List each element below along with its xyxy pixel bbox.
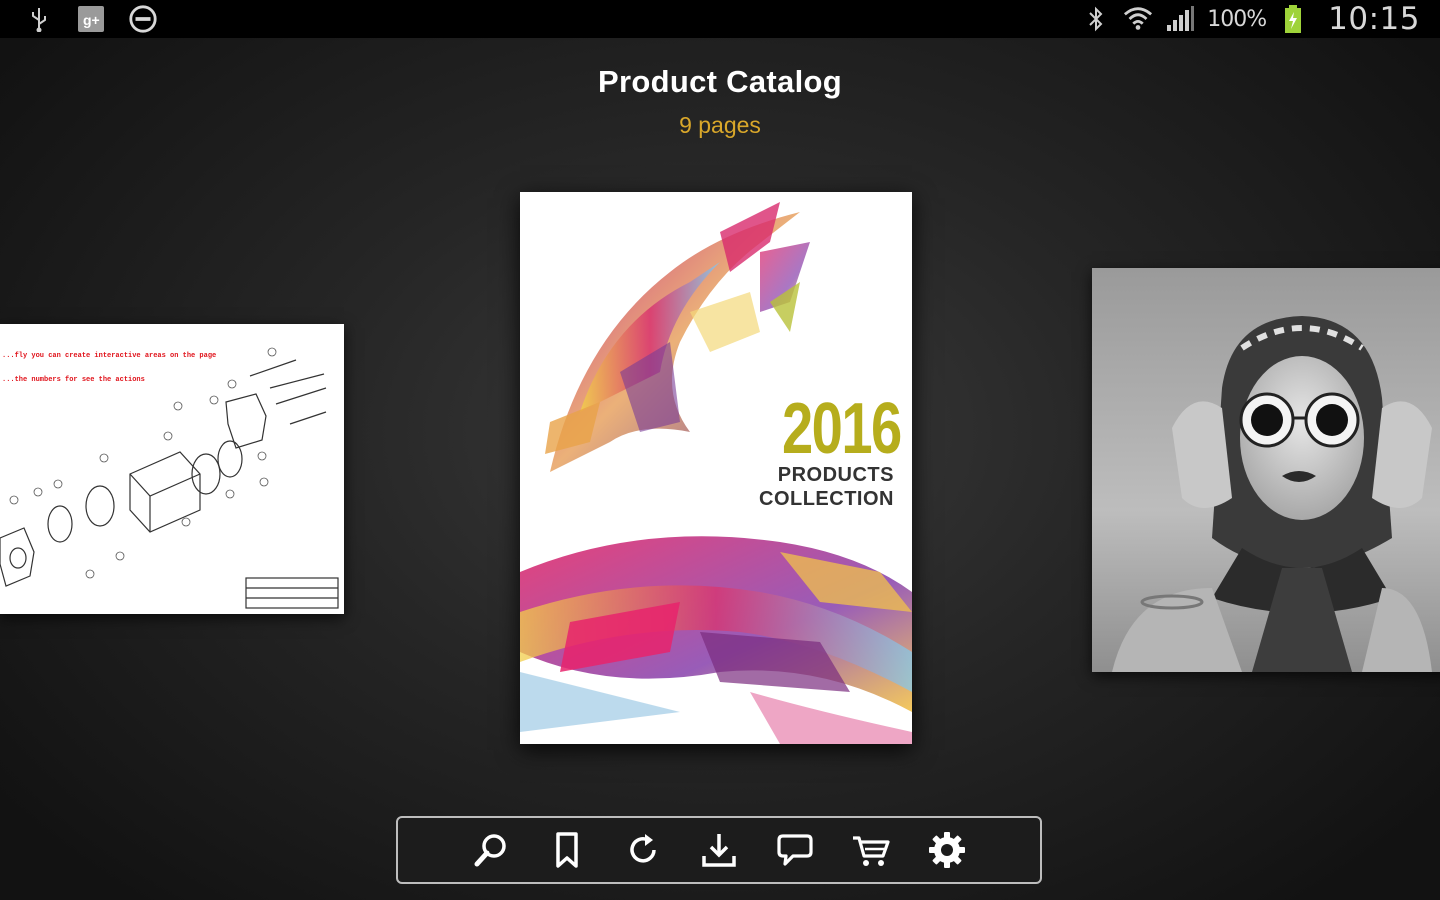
download-button[interactable] bbox=[694, 825, 744, 875]
bluetooth-icon bbox=[1081, 4, 1111, 34]
clock: 10:15 bbox=[1328, 1, 1420, 37]
cover-subtitle-collection: COLLECTION bbox=[759, 488, 894, 510]
refresh-icon bbox=[630, 834, 656, 863]
usb-icon bbox=[24, 4, 54, 34]
status-bar: g+ 100% 10:15 bbox=[0, 0, 1440, 38]
cart-icon bbox=[853, 836, 890, 866]
search-button[interactable] bbox=[466, 825, 516, 875]
settings-icon bbox=[929, 832, 965, 868]
catalog-title: Product Catalog bbox=[598, 64, 842, 99]
refresh-button[interactable] bbox=[618, 825, 668, 875]
comment-icon bbox=[777, 834, 813, 866]
signal-icon bbox=[1165, 4, 1195, 34]
exploded-drawing-image bbox=[0, 347, 339, 609]
cover-year: 2016 bbox=[782, 389, 902, 469]
portrait-photo-image bbox=[1112, 316, 1432, 672]
cover-subtitle-products: PRODUCTS bbox=[777, 464, 894, 486]
page-thumbnail-next[interactable] bbox=[1092, 268, 1440, 672]
search-icon bbox=[474, 834, 506, 867]
do-not-disturb-icon bbox=[128, 4, 158, 34]
bookmark-icon bbox=[556, 832, 578, 868]
status-bar-left: g+ bbox=[0, 4, 158, 34]
status-bar-right: 100% 10:15 bbox=[1081, 1, 1440, 37]
battery-percent: 100% bbox=[1207, 6, 1267, 32]
battery-icon bbox=[1278, 4, 1308, 34]
page-thumbnail-previous[interactable]: ...fly you can create interactive areas … bbox=[0, 324, 344, 614]
bookmark-button[interactable] bbox=[542, 825, 592, 875]
wifi-icon bbox=[1123, 4, 1153, 34]
svg-text:g+: g+ bbox=[83, 12, 100, 28]
cart-button[interactable] bbox=[846, 825, 896, 875]
settings-button[interactable] bbox=[922, 825, 972, 875]
page-count: 9 pages bbox=[679, 112, 761, 138]
page-current-cover[interactable]: 2016 PRODUCTS COLLECTION bbox=[520, 192, 912, 744]
google-plus-icon: g+ bbox=[76, 4, 106, 34]
bottom-toolbar bbox=[396, 816, 1042, 884]
download-icon bbox=[702, 834, 736, 867]
comment-button[interactable] bbox=[770, 825, 820, 875]
